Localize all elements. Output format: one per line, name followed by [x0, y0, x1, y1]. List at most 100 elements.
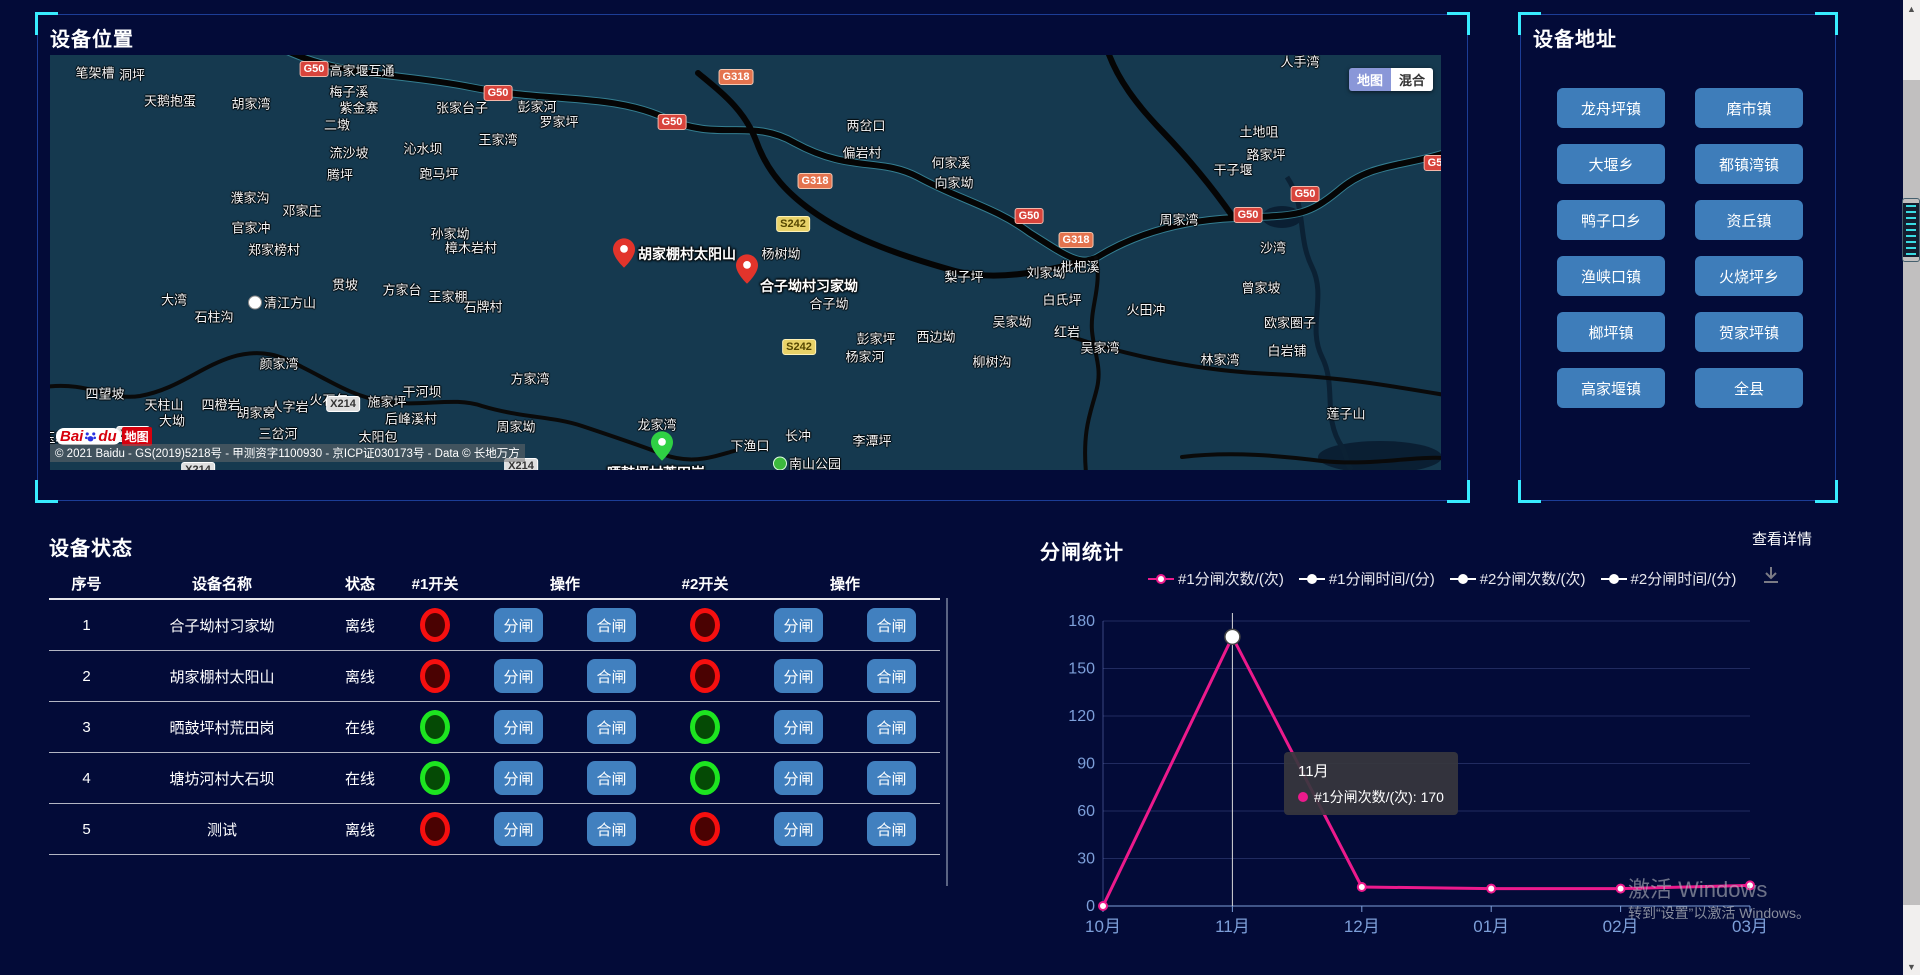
map-label: 路家坪 — [1246, 145, 1285, 164]
scroll-down-arrow[interactable]: ▼ — [1903, 958, 1920, 975]
address-button[interactable]: 资丘镇 — [1695, 200, 1803, 240]
open-switch-button[interactable]: 分闸 — [494, 608, 543, 642]
switch2-actions: 分闸 合闸 — [750, 659, 940, 693]
column-header: #1开关 — [400, 573, 470, 594]
map-label: 罗家坪 — [539, 112, 578, 131]
map-label: 曾家坡 — [1241, 278, 1280, 297]
open-switch-button[interactable]: 分闸 — [774, 812, 823, 846]
table-scrollbar[interactable] — [946, 598, 948, 886]
switch2-actions: 分闸 合闸 — [750, 761, 940, 795]
map-label: 彭家坪 — [856, 329, 895, 348]
switch2-indicator — [690, 659, 720, 693]
scrollbar-widget[interactable] — [1902, 198, 1920, 262]
close-switch-button[interactable]: 合闸 — [587, 761, 636, 795]
map-label: 西边坳 — [916, 327, 955, 346]
row-index: 2 — [49, 668, 124, 685]
page-scrollbar[interactable]: ▲ ▼ — [1903, 0, 1920, 975]
address-button[interactable]: 贺家坪镇 — [1695, 312, 1803, 352]
row-index: 4 — [49, 770, 124, 787]
switch2-actions: 分闸 合闸 — [750, 710, 940, 744]
address-button[interactable]: 都镇湾镇 — [1695, 144, 1803, 184]
open-switch-button[interactable]: 分闸 — [494, 812, 543, 846]
map-type-option[interactable]: 混合 — [1391, 68, 1433, 91]
map-label: 柳树沟 — [972, 352, 1011, 371]
close-switch-button[interactable]: 合闸 — [867, 608, 916, 642]
switch1-actions: 分闸 合闸 — [470, 761, 660, 795]
open-switch-button[interactable]: 分闸 — [774, 761, 823, 795]
switch2-actions: 分闸 合闸 — [750, 812, 940, 846]
road-badge: G50 — [1291, 186, 1320, 202]
switch1-actions: 分闸 合闸 — [470, 812, 660, 846]
device-address-panel: 设备地址 龙舟坪镇磨市镇大堰乡都镇湾镇鸭子口乡资丘镇渔峡口镇火烧坪乡榔坪镇贺家坪… — [1520, 14, 1836, 501]
table-row: 3晒鼓坪村荒田岗在线分闸合闸分闸合闸 — [49, 702, 940, 753]
map-type-active[interactable]: 地图 — [1349, 68, 1391, 91]
open-switch-button[interactable]: 分闸 — [494, 659, 543, 693]
map-pin[interactable] — [651, 431, 673, 466]
road-badge: S242 — [776, 216, 810, 232]
address-button[interactable]: 大堰乡 — [1557, 144, 1665, 184]
map-label: 王家棚 — [428, 287, 467, 306]
svg-text:150: 150 — [1068, 661, 1095, 678]
baidu-paw-icon — [84, 430, 97, 443]
address-button[interactable]: 全县 — [1695, 368, 1803, 408]
address-button[interactable]: 鸭子口乡 — [1557, 200, 1665, 240]
map-label: 杨家河 — [845, 347, 884, 366]
road-badge: G50 — [658, 114, 687, 130]
svg-text:60: 60 — [1077, 803, 1095, 820]
map-label: 腾坪 — [327, 165, 353, 184]
close-switch-button[interactable]: 合闸 — [587, 710, 636, 744]
legend-item[interactable]: #1分闸次数/(次) — [1148, 568, 1284, 589]
svg-text:30: 30 — [1077, 851, 1095, 868]
open-switch-button[interactable]: 分闸 — [494, 710, 543, 744]
download-icon[interactable] — [1760, 564, 1782, 586]
close-switch-button[interactable]: 合闸 — [867, 812, 916, 846]
legend-marker-icon — [1148, 574, 1174, 584]
legend-item[interactable]: #2分闸时间/(分) — [1601, 568, 1737, 589]
address-button[interactable]: 渔峡口镇 — [1557, 256, 1665, 296]
svg-text:180: 180 — [1068, 613, 1095, 630]
map-label: 莲子山 — [1326, 404, 1365, 423]
switch1-actions: 分闸 合闸 — [470, 659, 660, 693]
close-switch-button[interactable]: 合闸 — [587, 659, 636, 693]
address-button[interactable]: 高家堰镇 — [1557, 368, 1665, 408]
map-label: 天鹅抱蛋 — [144, 91, 196, 110]
map-label: 高家堰互通 — [329, 61, 394, 80]
open-switch-button[interactable]: 分闸 — [774, 710, 823, 744]
map-label: 大坳 — [159, 411, 185, 430]
close-switch-button[interactable]: 合闸 — [587, 608, 636, 642]
map-label: 方家湾 — [510, 369, 549, 388]
view-details-link[interactable]: 查看详情 — [1752, 528, 1812, 549]
scroll-up-arrow[interactable]: ▲ — [1903, 0, 1920, 17]
map-pin[interactable] — [613, 238, 635, 273]
baidu-map[interactable]: 笔架槽洞坪天鹅抱蛋胡家湾高家堰互通梅子溪紫金寨二墩流沙坡沁水坝腾坪跑马坪濮家沟邓… — [50, 55, 1441, 470]
address-button[interactable]: 榔坪镇 — [1557, 312, 1665, 352]
address-button[interactable]: 磨市镇 — [1695, 88, 1803, 128]
map-label: 南山公园 — [773, 454, 841, 471]
address-button[interactable]: 龙舟坪镇 — [1557, 88, 1665, 128]
map-label: 白氏坪 — [1042, 290, 1081, 309]
pin-icon — [613, 238, 635, 268]
close-switch-button[interactable]: 合闸 — [867, 710, 916, 744]
map-label: 沙湾 — [1260, 238, 1286, 257]
legend-item[interactable]: #2分闸次数/(次) — [1450, 568, 1586, 589]
map-label: 吴家湾 — [1080, 338, 1119, 357]
open-switch-button[interactable]: 分闸 — [774, 608, 823, 642]
legend-item[interactable]: #1分闸时间/(分) — [1299, 568, 1435, 589]
close-switch-button[interactable]: 合闸 — [587, 812, 636, 846]
address-button[interactable]: 火烧坪乡 — [1695, 256, 1803, 296]
road-badge: X214 — [326, 396, 360, 412]
map-type-control[interactable]: 地图混合 — [1349, 68, 1433, 91]
map-label: 欧家圈子 — [1264, 313, 1316, 332]
close-switch-button[interactable]: 合闸 — [867, 761, 916, 795]
open-switch-button[interactable]: 分闸 — [774, 659, 823, 693]
open-switch-button[interactable]: 分闸 — [494, 761, 543, 795]
close-switch-button[interactable]: 合闸 — [867, 659, 916, 693]
map-label: 两岔口 — [846, 116, 885, 135]
corner-decoration — [1815, 12, 1838, 35]
switch2-indicator — [690, 761, 720, 795]
map-label: 长冲 — [785, 426, 811, 445]
map-label: 合子坳 — [809, 294, 848, 313]
table-header-row: 序号设备名称状态#1开关操作#2开关操作 — [49, 568, 940, 600]
map-pin[interactable] — [736, 254, 758, 289]
corner-decoration — [1815, 480, 1838, 503]
